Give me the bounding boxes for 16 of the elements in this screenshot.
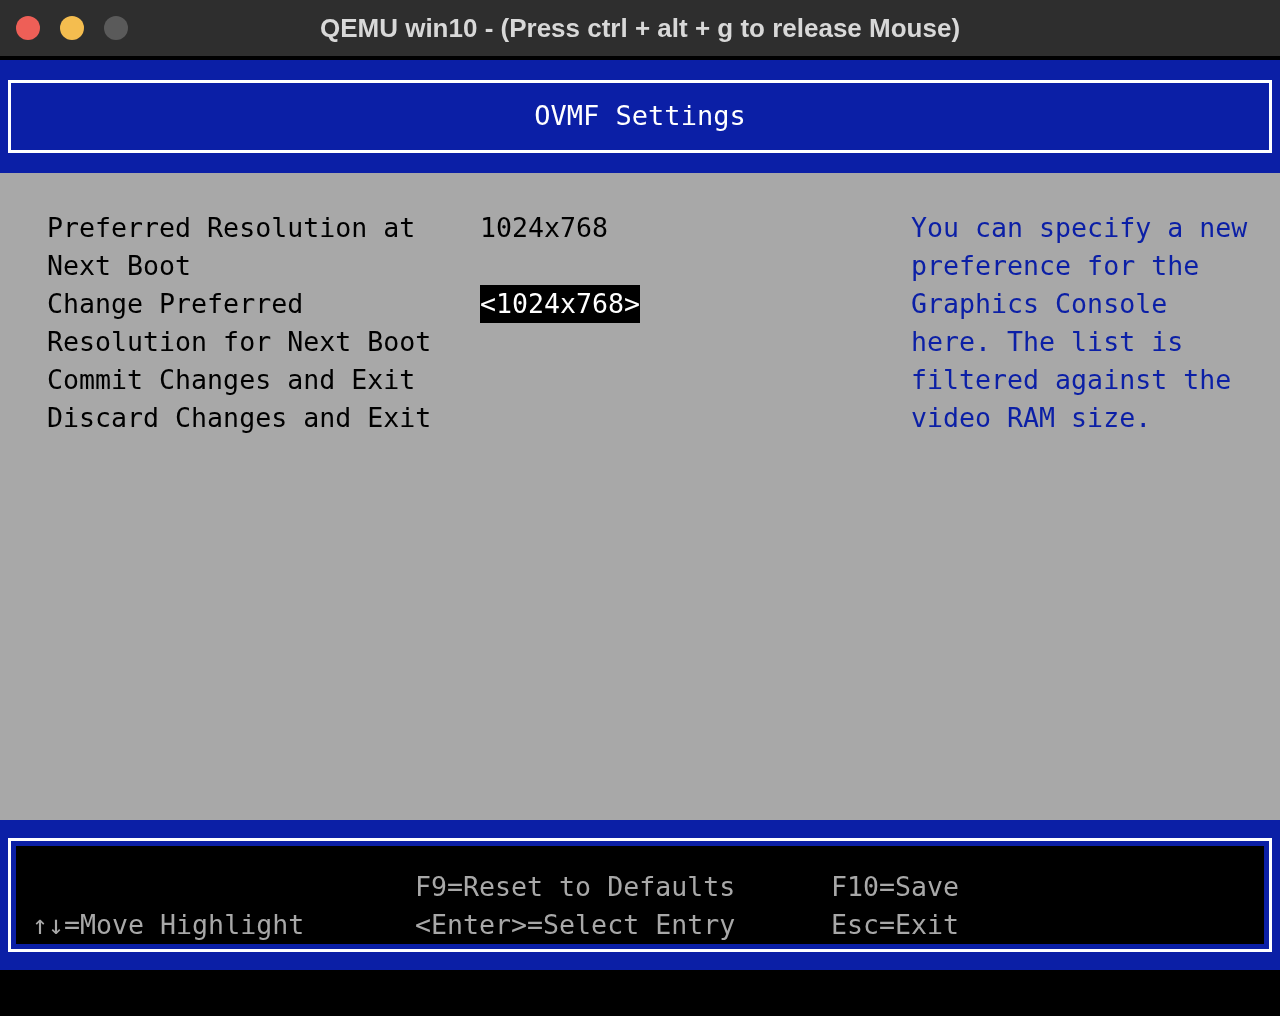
header-title: OVMF Settings [534,99,746,134]
help-text: You can specify a new preference for the Graphics Console here. The list is filtered against the video RAM size. [911,211,1248,435]
key-hint: F9=Reset to Defaults [415,870,737,904]
close-button[interactable] [16,16,40,40]
option-label[interactable]: Preferred Resolution at Next Boot [47,209,440,285]
key-hint: <Enter>=Select Entry [415,908,737,942]
key-hint: F10=Save [831,870,961,904]
option-label[interactable]: Change Preferred Resolution for Next Boot [47,285,440,361]
resolution-value[interactable]: <1024x768> [480,285,641,323]
resolution-value[interactable]: 1024x768 [480,209,609,247]
key-hint: Esc=Exit [831,908,961,942]
option-label[interactable]: Commit Changes and Exit [47,361,416,399]
key-hint: ↑↓=Move Highlight [32,908,306,942]
window-title: QEMU win10 - (Press ctrl + alt + g to release Mouse) [319,11,961,45]
minimize-button[interactable] [60,16,84,40]
option-label[interactable]: Discard Changes and Exit [47,399,432,437]
